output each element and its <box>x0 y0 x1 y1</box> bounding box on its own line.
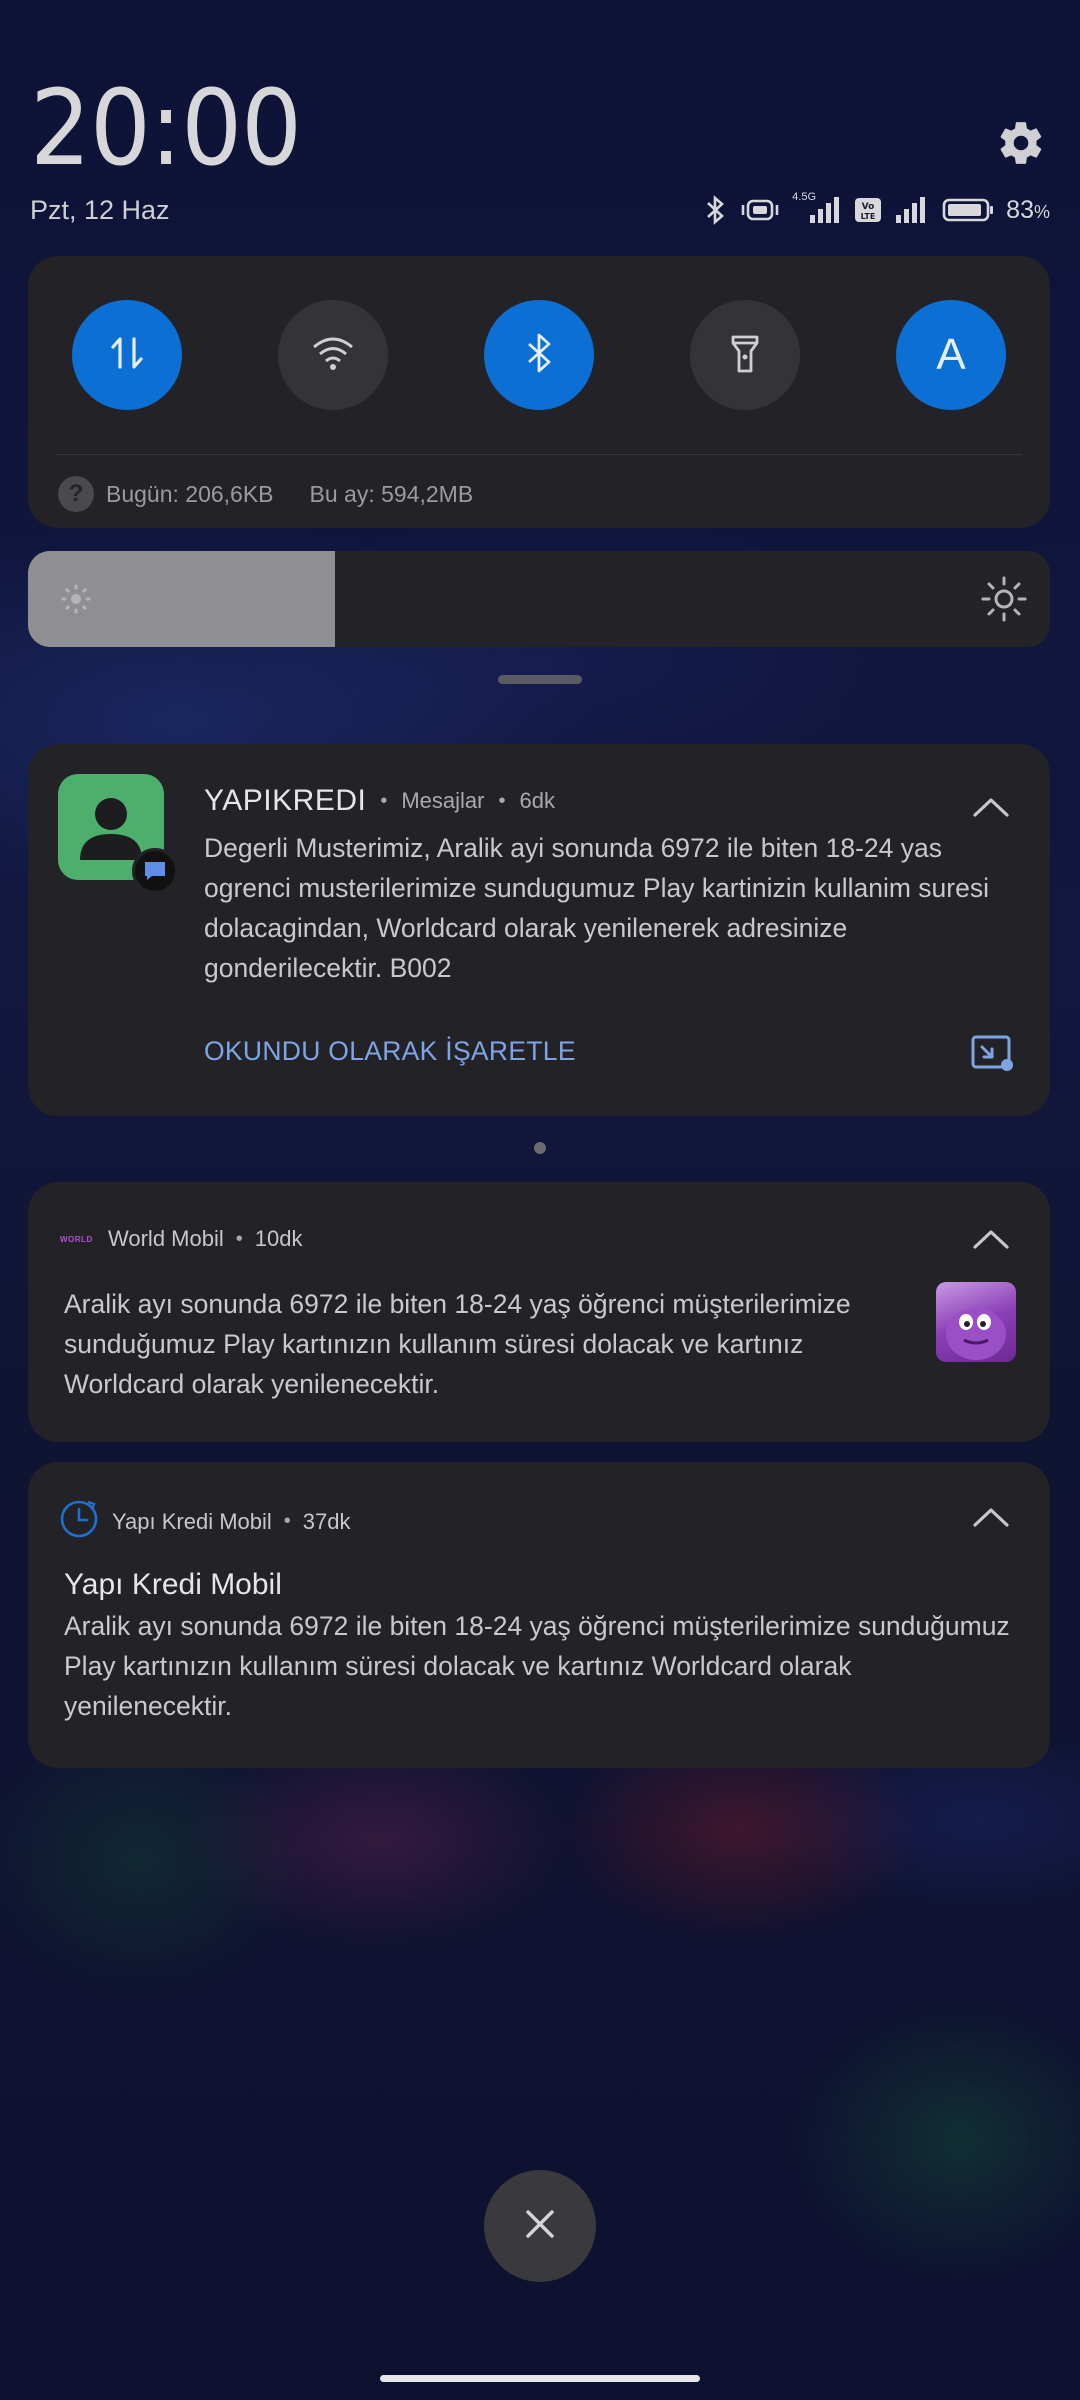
notification-yapikredi-sms[interactable]: YAPIKREDI • Mesajlar • 6dk Degerli Muste… <box>28 744 1050 1116</box>
notification-yapi-kredi-mobil[interactable]: Yapı Kredi Mobil • 37dk Yapı Kredi Mobil… <box>28 1462 1050 1768</box>
brightness-low-icon <box>58 581 94 622</box>
brightness-high-icon <box>980 575 1028 628</box>
svg-text:LTE: LTE <box>861 212 876 221</box>
notification-time: 37dk <box>302 1508 351 1534</box>
data-transfer-icon <box>105 331 149 380</box>
svg-text:Vo: Vo <box>862 202 875 212</box>
notification-title: YAPIKREDI <box>204 784 367 817</box>
notification-app-name: Yapı Kredi Mobil <box>112 1508 272 1534</box>
notification-category: Mesajlar <box>401 788 485 813</box>
usage-today: Bugün: 206,6KB <box>106 480 274 507</box>
notification-header: WORLD World Mobil • 10dk <box>60 1226 303 1251</box>
world-logo-icon: WORLD <box>60 1234 93 1244</box>
clear-all-button[interactable] <box>484 2170 596 2282</box>
divider <box>56 454 1022 455</box>
notification-body: Aralik ayı sonunda 6972 ile biten 18-24 … <box>64 1289 851 1399</box>
clock[interactable]: 20:00 <box>30 76 302 180</box>
vibrate-icon <box>738 195 782 225</box>
mascot-thumbnail-icon <box>936 1282 1016 1362</box>
battery-icon <box>942 195 996 225</box>
bluetooth-icon <box>521 331 557 380</box>
wifi-icon <box>310 333 356 378</box>
tile-wifi[interactable] <box>278 300 388 410</box>
data-usage[interactable]: ? Bugün: 206,6KB Bu ay: 594,2MB <box>58 474 473 514</box>
bluetooth-icon <box>702 194 728 226</box>
clock-app-icon <box>58 1498 100 1545</box>
chevron-up-icon[interactable] <box>972 796 1010 818</box>
network-type-label: 4.5G <box>792 191 817 203</box>
tile-mobile-data[interactable] <box>72 300 182 410</box>
signal-icon <box>892 195 932 225</box>
home-indicator[interactable] <box>380 2375 700 2382</box>
notification-app-name: World Mobil <box>108 1226 224 1251</box>
chevron-up-icon[interactable] <box>972 1506 1010 1528</box>
letter-a-icon: A <box>936 330 966 379</box>
volte-icon: Vo LTE <box>854 195 882 225</box>
close-icon <box>523 2207 557 2246</box>
gear-icon[interactable] <box>996 118 1046 168</box>
mark-as-read-button[interactable]: OKUNDU OLARAK İŞARETLE <box>204 1036 576 1067</box>
drag-handle[interactable] <box>498 675 582 684</box>
notification-title: Yapı Kredi Mobil <box>64 1568 282 1601</box>
notification-world-mobil[interactable]: WORLD World Mobil • 10dk Aralik ayı sonu… <box>28 1182 1050 1442</box>
notification-time: 10dk <box>254 1226 303 1251</box>
chevron-up-icon[interactable] <box>972 1228 1010 1250</box>
help-icon: ? <box>58 476 94 512</box>
notification-body: Aralik ayı sonunda 6972 ile biten 18-24 … <box>64 1611 1010 1721</box>
tile-bluetooth[interactable] <box>484 300 594 410</box>
signal-4.5g-icon: 4.5G <box>792 191 844 225</box>
notification-time: 6dk <box>519 788 555 813</box>
messages-badge-icon <box>132 848 178 894</box>
notification-header: YAPIKREDI • Mesajlar • 6dk <box>204 784 555 817</box>
flashlight-icon <box>727 329 763 382</box>
tile-auto-brightness[interactable]: A <box>896 300 1006 410</box>
usage-month: Bu ay: 594,2MB <box>309 480 474 507</box>
status-icons: 4.5G Vo LTE 83% <box>702 191 1050 228</box>
notification-body: Degerli Musterimiz, Aralik ayi sonunda 6… <box>204 833 989 983</box>
brightness-slider[interactable] <box>28 551 1050 647</box>
notification-header: Yapı Kredi Mobil • 37dk <box>58 1498 351 1545</box>
battery-percent: 83% <box>1006 195 1050 224</box>
tile-flashlight[interactable] <box>690 300 800 410</box>
page-indicator <box>534 1142 546 1154</box>
date[interactable]: Pzt, 12 Haz <box>30 195 170 226</box>
open-external-icon[interactable] <box>970 1034 1014 1077</box>
quick-settings-panel: A ? Bugün: 206,6KB Bu ay: 594,2MB <box>28 256 1050 528</box>
